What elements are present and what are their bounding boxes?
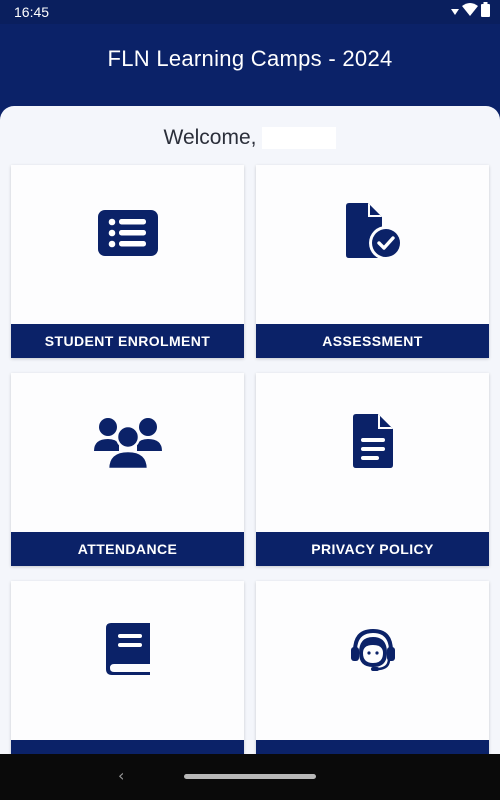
- signal-dropdown-icon: [451, 3, 459, 21]
- dashboard-content: Welcome, STUDENT ENROLMENT ASSESSMENT AT…: [0, 106, 500, 754]
- book-tile[interactable]: [11, 581, 244, 754]
- support-agent-icon: [256, 619, 489, 679]
- welcome-row: Welcome,: [0, 124, 500, 152]
- home-gesture-handle[interactable]: [184, 774, 316, 779]
- attendance-tile[interactable]: ATTENDANCE: [11, 373, 244, 566]
- welcome-label: Welcome,: [163, 126, 257, 149]
- book-tile-label: [11, 740, 244, 754]
- system-nav-bar: ‹: [0, 754, 500, 800]
- document-check-icon: [256, 203, 489, 263]
- privacy-policy-label: PRIVACY POLICY: [256, 532, 489, 566]
- app-header: FLN Learning Camps - 2024: [0, 24, 500, 108]
- attendance-label: ATTENDANCE: [11, 532, 244, 566]
- status-time: 16:45: [14, 4, 50, 20]
- group-icon: [11, 411, 244, 471]
- assessment-tile[interactable]: ASSESSMENT: [256, 165, 489, 358]
- app-title: FLN Learning Camps - 2024: [107, 46, 393, 71]
- wifi-icon: [462, 3, 478, 21]
- privacy-policy-tile[interactable]: PRIVACY POLICY: [256, 373, 489, 566]
- back-icon[interactable]: ‹: [118, 766, 124, 785]
- book-icon: [11, 619, 244, 679]
- document-icon: [256, 411, 489, 471]
- student-enrolment-tile[interactable]: STUDENT ENROLMENT: [11, 165, 244, 358]
- support-tile-label: [256, 740, 489, 754]
- status-icons: [451, 2, 490, 22]
- student-enrolment-label: STUDENT ENROLMENT: [11, 324, 244, 358]
- user-name: [262, 127, 337, 149]
- assessment-label: ASSESSMENT: [256, 324, 489, 358]
- list-icon: [11, 203, 244, 263]
- battery-icon: [481, 2, 490, 22]
- status-bar: 16:45: [0, 0, 500, 24]
- support-tile[interactable]: [256, 581, 489, 754]
